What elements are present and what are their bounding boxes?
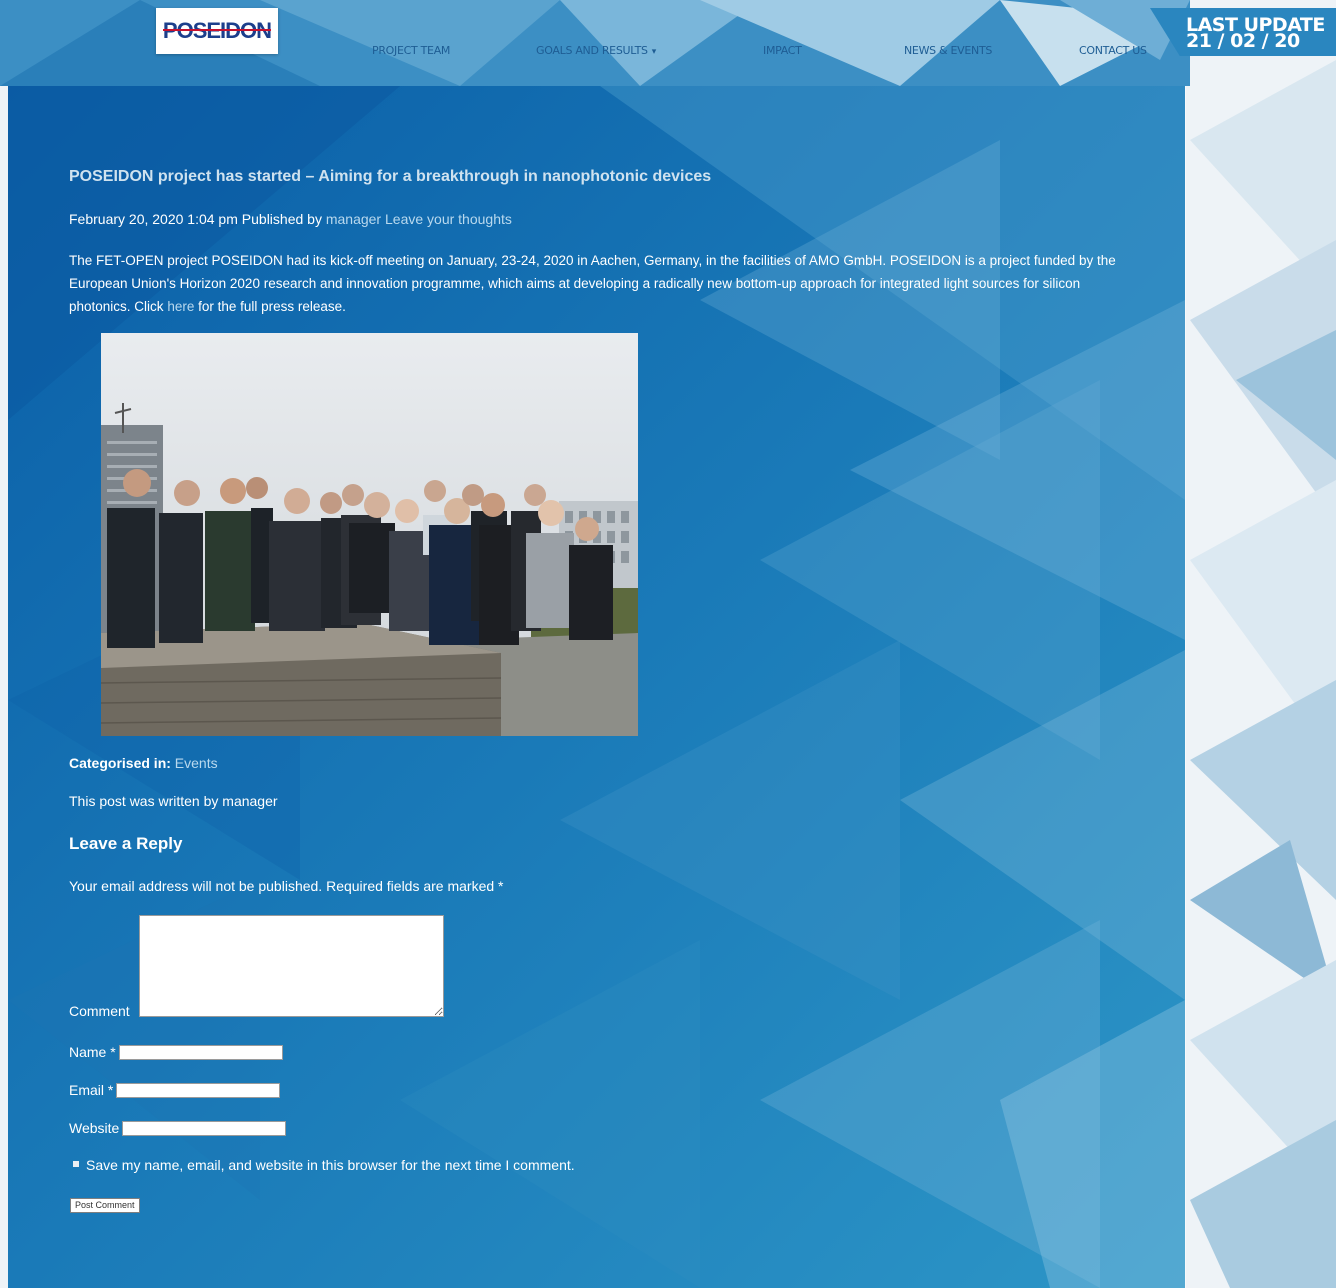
website-label: Website: [69, 1119, 120, 1136]
post-title: POSEIDON project has started – Aiming fo…: [69, 168, 712, 185]
written-by: This post was written by manager: [69, 793, 278, 809]
post-date: February 20, 2020 1:04 pm: [69, 211, 238, 227]
post-body: The FET-OPEN project POSEIDON had its ki…: [69, 249, 1119, 318]
last-update-badge: LAST UPDATE 21 / 02 / 20: [1150, 8, 1336, 56]
nav-item-impact[interactable]: IMPACT: [763, 44, 802, 57]
press-release-link[interactable]: here: [167, 299, 194, 314]
leave-thoughts-link[interactable]: Leave your thoughts: [385, 211, 512, 227]
nav-label: CONTACT US: [1079, 44, 1147, 57]
categorised-label: Categorised in:: [69, 755, 171, 771]
nav-item-goals-and-results[interactable]: GOALS AND RESULTS ▾: [536, 44, 656, 57]
reply-title: Leave a Reply: [69, 834, 183, 853]
site-header: POSEIDON PROJECT TEAM GOALS AND RESULTS ▾…: [0, 0, 1336, 86]
name-input[interactable]: [118, 1044, 283, 1060]
post-meta: February 20, 2020 1:04 pm Published by m…: [69, 211, 512, 227]
nav-label: NEWS & EVENTS: [904, 44, 993, 57]
name-label: Name *: [69, 1043, 116, 1060]
author-link[interactable]: manager: [326, 211, 381, 227]
post-comment-button[interactable]: Post Comment: [70, 1198, 140, 1213]
nav-item-project-team[interactable]: PROJECT TEAM: [372, 44, 450, 57]
logo-text: POSEIDON: [162, 18, 272, 43]
nav-label: GOALS AND RESULTS: [536, 44, 648, 57]
comment-textarea[interactable]: [139, 915, 444, 1017]
nav-label: IMPACT: [763, 44, 802, 57]
group-photo-image: [101, 333, 638, 736]
email-label: Email *: [69, 1081, 114, 1098]
name-row: Name *: [69, 1043, 283, 1060]
main-nav: PROJECT TEAM GOALS AND RESULTS ▾ IMPACT N…: [0, 44, 1180, 64]
email-input[interactable]: [116, 1082, 281, 1098]
save-info-row: Save my name, email, and website in this…: [73, 1157, 575, 1173]
published-by-label: Published by: [241, 211, 322, 227]
post-categories: Categorised in: Events: [69, 755, 218, 771]
chevron-down-icon: ▾: [651, 47, 657, 57]
save-info-label: Save my name, email, and website in this…: [86, 1157, 575, 1173]
website-row: Website: [69, 1119, 287, 1136]
save-info-checkbox[interactable]: [73, 1161, 79, 1168]
nav-item-news-events[interactable]: NEWS & EVENTS: [904, 44, 992, 57]
website-input[interactable]: [122, 1120, 287, 1136]
email-row: Email *: [69, 1081, 281, 1098]
main-content-panel: POSEIDON project has started – Aiming fo…: [8, 86, 1186, 1288]
comment-label: Comment: [69, 1003, 130, 1019]
email-notice: Your email address will not be published…: [69, 878, 504, 894]
nav-label: PROJECT TEAM: [372, 44, 451, 57]
group-photo: [101, 333, 638, 736]
last-update-date: 21 / 02 / 20: [1186, 30, 1300, 52]
nav-item-contact-us[interactable]: CONTACT US: [1079, 44, 1147, 57]
body-text-part: for the full press release.: [198, 299, 346, 314]
category-link-events[interactable]: Events: [175, 755, 218, 771]
